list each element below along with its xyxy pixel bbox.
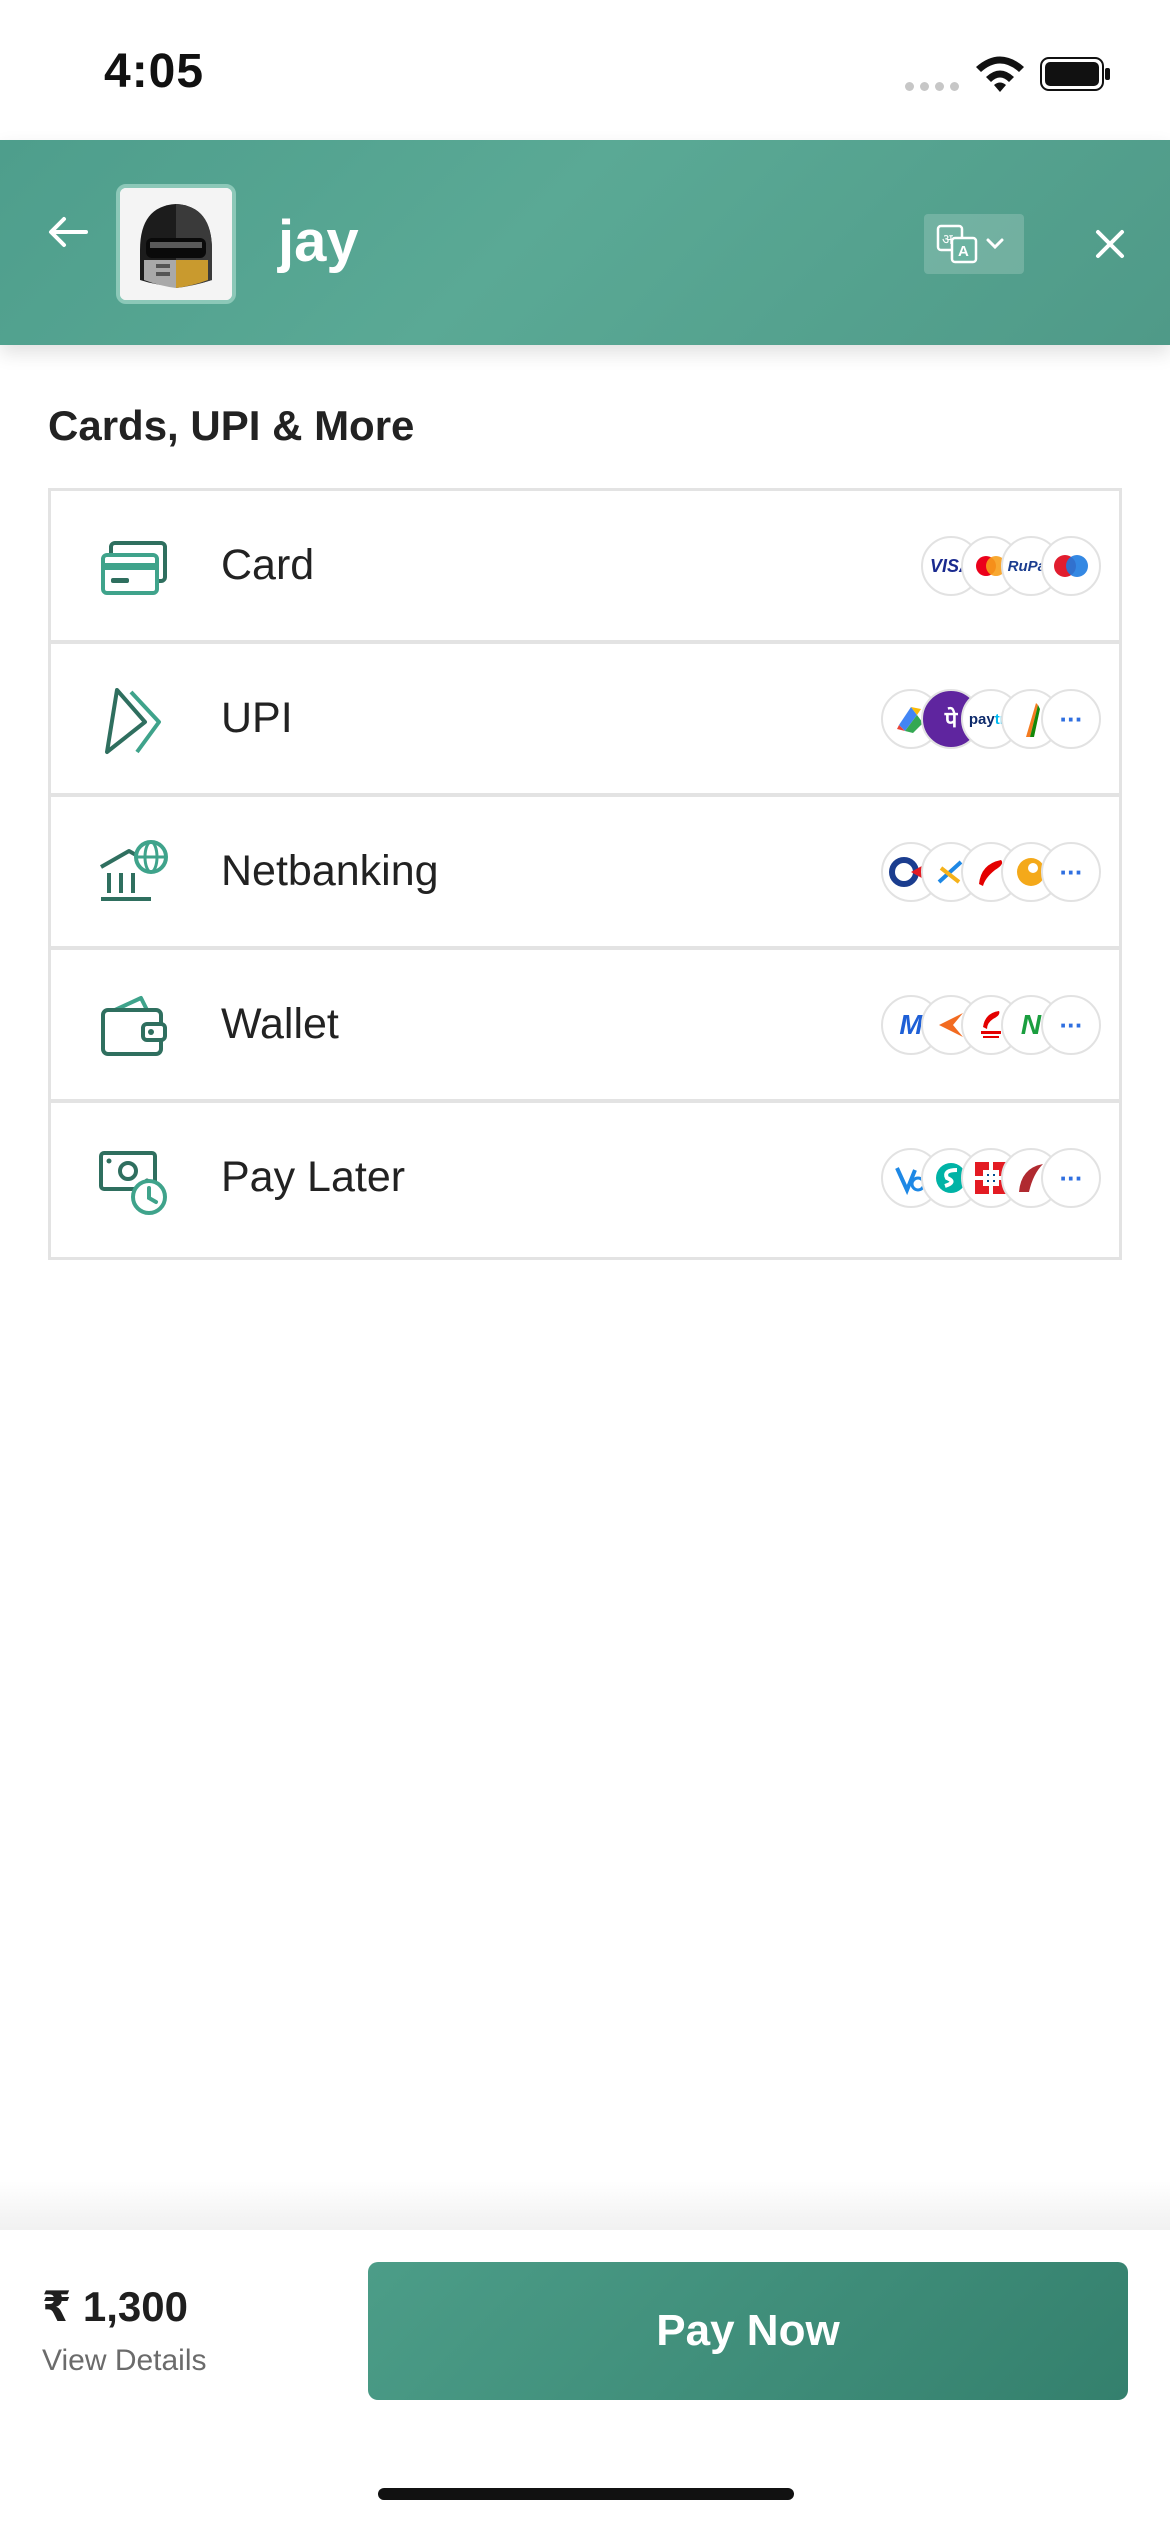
translate-icon: अ A <box>936 224 1004 264</box>
paylater-icon <box>99 1151 167 1215</box>
wifi-icon <box>976 56 1024 92</box>
method-netbanking[interactable]: Netbanking ··· <box>48 794 1122 947</box>
home-indicator[interactable] <box>378 2488 794 2500</box>
pay-now-button[interactable]: Pay Now <box>368 2262 1128 2400</box>
wallet-icon <box>101 996 167 1056</box>
method-wallet[interactable]: Wallet M N ··· <box>48 947 1122 1100</box>
method-label: Pay Later <box>221 1153 406 1201</box>
language-selector[interactable]: अ A <box>924 214 1024 274</box>
method-label: Netbanking <box>221 847 439 895</box>
merchant-name: jay <box>278 209 359 274</box>
pay-now-label: Pay Now <box>656 2306 840 2355</box>
svg-text:A: A <box>958 243 969 260</box>
bank-icon <box>100 840 168 901</box>
total-amount: ₹ 1,300 <box>42 2283 188 2330</box>
view-details-link[interactable]: View Details <box>42 2344 207 2378</box>
footer-shadow <box>0 2180 1170 2232</box>
card-network-logos: VISA RuPay <box>921 536 1101 598</box>
bank-logos: ··· <box>881 842 1101 904</box>
more-options-icon: ··· <box>1041 995 1101 1055</box>
cellular-signal-icon <box>905 82 959 91</box>
back-arrow-icon[interactable] <box>42 206 94 258</box>
more-options-icon: ··· <box>1041 1148 1101 1208</box>
merchant-avatar <box>116 184 236 304</box>
more-options-icon: ··· <box>1041 842 1101 902</box>
payment-methods-list: Card VISA RuPay UPI पे pay ··· Netbankin… <box>48 488 1122 1260</box>
battery-icon <box>1040 57 1110 91</box>
checkout-screen: 4:05 jay अ A Cards, UPI & More Card VISA… <box>0 0 1170 2532</box>
method-label: Card <box>221 541 315 589</box>
merchant-header: jay अ A <box>0 140 1170 345</box>
close-icon[interactable] <box>1086 220 1134 268</box>
paylater-logos: ··· <box>881 1148 1101 1210</box>
method-upi[interactable]: UPI पे paytm ··· <box>48 641 1122 794</box>
method-card[interactable]: Card VISA RuPay <box>48 488 1122 641</box>
method-label: UPI <box>221 694 293 742</box>
wallet-logos: M N ··· <box>881 995 1101 1057</box>
chevron-down-icon <box>986 238 1004 250</box>
status-bar: 4:05 <box>0 0 1170 140</box>
section-title: Cards, UPI & More <box>48 402 415 449</box>
more-options-icon: ··· <box>1041 689 1101 749</box>
upi-app-logos: पे paytm ··· <box>881 689 1101 751</box>
helmet-logo-icon <box>120 188 232 300</box>
checkout-footer: ₹ 1,300 View Details Pay Now <box>0 2230 1170 2532</box>
status-time: 4:05 <box>104 45 205 98</box>
maestro-logo-icon <box>1041 536 1101 596</box>
upi-icon <box>105 688 161 754</box>
card-icon <box>101 541 167 595</box>
method-pay-later[interactable]: Pay Later ··· <box>48 1100 1122 1260</box>
method-label: Wallet <box>221 1000 339 1048</box>
